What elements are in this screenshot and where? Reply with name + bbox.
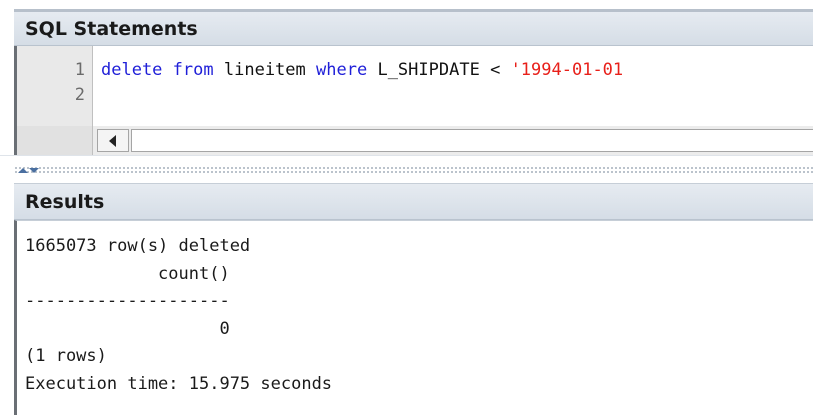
top-border xyxy=(0,0,813,12)
sql-statements-header: SQL Statements xyxy=(14,12,813,46)
result-line-4: 0 xyxy=(25,318,230,339)
sql-code-line-1[interactable]: delete from lineitem where L_SHIPDATE < … xyxy=(101,60,623,80)
keyword-from: from xyxy=(172,60,214,80)
operator: < xyxy=(490,60,501,80)
result-line-2: count() xyxy=(25,263,230,284)
scroll-left-button[interactable] xyxy=(97,129,129,152)
collapse-up-icon[interactable] xyxy=(18,168,28,173)
result-line-1: 1665073 row(s) deleted xyxy=(25,236,251,256)
sql-editor[interactable]: 1 2 delete from lineitem where L_SHIPDAT… xyxy=(14,46,813,126)
keyword-where: where xyxy=(316,60,368,80)
arrow-left-icon xyxy=(109,135,116,147)
results-text: 1665073 row(s) deleted count() ---------… xyxy=(25,233,332,398)
split-pane-divider[interactable] xyxy=(0,155,813,183)
collapse-down-icon[interactable] xyxy=(29,168,39,173)
result-line-6: Execution time: 15.975 seconds xyxy=(25,373,333,394)
line-number-1: 1 xyxy=(74,60,85,80)
line-number-gutter: 1 2 xyxy=(17,46,93,126)
line-number-2: 2 xyxy=(74,85,85,105)
results-output[interactable]: 1665073 row(s) deleted count() ---------… xyxy=(14,220,813,415)
divider-grip[interactable] xyxy=(14,166,813,174)
column-name: L_SHIPDATE xyxy=(377,60,480,80)
horizontal-scrollbar[interactable] xyxy=(14,126,813,155)
result-line-3: -------------------- xyxy=(25,291,230,311)
string-literal: '1994-01-01 xyxy=(510,60,624,80)
result-line-5: (1 rows) xyxy=(25,346,107,366)
scroll-track[interactable] xyxy=(131,129,813,152)
results-header: Results xyxy=(14,183,813,220)
table-name: lineitem xyxy=(223,60,306,80)
keyword-delete: delete xyxy=(101,60,163,80)
